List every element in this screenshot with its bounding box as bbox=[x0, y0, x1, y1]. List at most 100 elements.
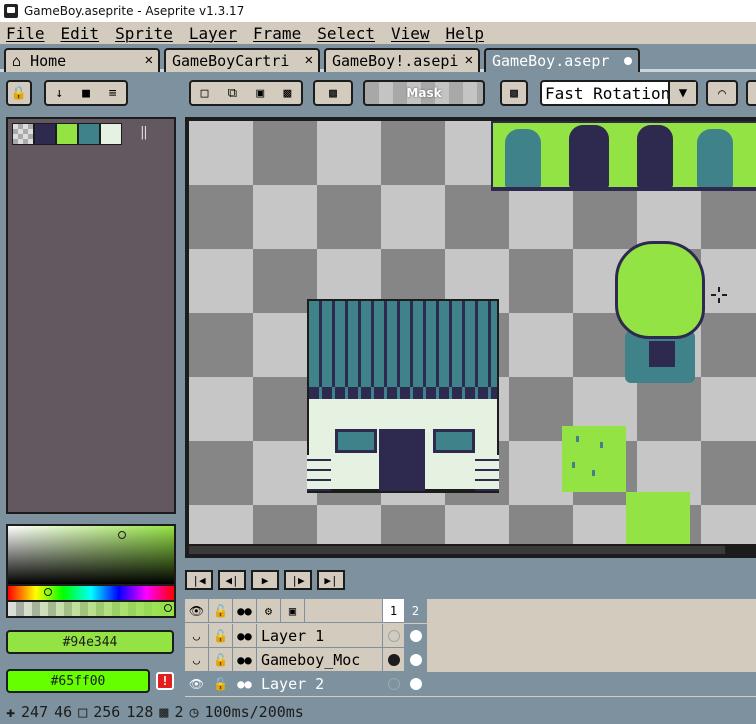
snap-button[interactable]: ⌒ bbox=[706, 80, 738, 106]
menu-select[interactable]: Select bbox=[317, 24, 375, 43]
toolbar-overflow-button[interactable] bbox=[746, 80, 756, 106]
previous-frame-button[interactable]: ◀| bbox=[218, 570, 246, 590]
color-picker-sv[interactable] bbox=[6, 524, 176, 586]
layer-name[interactable]: Gameboy_Moc bbox=[257, 648, 383, 672]
empty-cel[interactable] bbox=[383, 672, 405, 696]
sprite-canvas[interactable] bbox=[189, 121, 756, 544]
transparent-color-icon: ▩ bbox=[329, 85, 337, 101]
continuous-icon[interactable]: ●● bbox=[233, 624, 257, 648]
layer-row[interactable]: ◡ 🔓 ●● Layer 1 bbox=[185, 624, 756, 648]
unlock-icon[interactable]: 🔓 bbox=[209, 672, 233, 696]
continuous-icon[interactable]: ●● bbox=[233, 672, 257, 696]
layer-row-selected[interactable]: 👁 🔓 ●● Layer 2 bbox=[185, 672, 756, 696]
cel[interactable] bbox=[405, 648, 427, 672]
next-frame-button[interactable]: |▶ bbox=[284, 570, 312, 590]
menu-sprite[interactable]: Sprite bbox=[115, 24, 173, 43]
palette-swatch[interactable] bbox=[100, 123, 122, 145]
close-icon[interactable]: ✕ bbox=[305, 52, 313, 68]
layer-row[interactable]: ◡ 🔓 ●● Gameboy_Moc bbox=[185, 648, 756, 672]
timeline: 👁 🔓 ●● ⚙ ▣ 1 2 ◡ 🔓 ●● Layer 1 ◡ 🔓 ●● Gam… bbox=[185, 599, 756, 697]
background-color-button[interactable]: #65ff00 bbox=[6, 669, 150, 693]
unlock-icon[interactable]: 🔓 bbox=[209, 624, 233, 648]
frame-icon: ▩ bbox=[159, 703, 169, 721]
eye-icon[interactable]: 👁 bbox=[185, 672, 209, 696]
tab-home[interactable]: ⌂ Home ✕ bbox=[4, 48, 160, 72]
transparent-color-button[interactable]: ▩ bbox=[313, 80, 353, 106]
tab-gameboy-bang[interactable]: GameBoy!.asepi ✕ bbox=[324, 48, 480, 72]
background-hex: #65ff00 bbox=[50, 673, 106, 689]
cursor-x: 247 bbox=[21, 703, 49, 721]
crosshair-cursor-icon bbox=[711, 287, 727, 303]
subtract-selection-icon[interactable]: ▣ bbox=[256, 86, 264, 101]
frame-header-2[interactable]: 2 bbox=[405, 599, 427, 623]
hue-slider[interactable] bbox=[6, 586, 176, 602]
current-frame: 2 bbox=[174, 703, 184, 721]
menu-file[interactable]: File bbox=[6, 24, 45, 43]
menu-edit[interactable]: Edit bbox=[61, 24, 100, 43]
lock-alpha-button[interactable]: 🔒 bbox=[6, 80, 32, 106]
foreground-hex: #94e344 bbox=[62, 634, 118, 650]
tab-gameboy-cartridge[interactable]: GameBoyCartri ✕ bbox=[164, 48, 320, 72]
palette-swatch[interactable] bbox=[56, 123, 78, 145]
hue-cursor[interactable] bbox=[44, 588, 52, 596]
menu-icon[interactable]: ≡ bbox=[109, 86, 117, 101]
cel[interactable] bbox=[383, 648, 405, 672]
tab-gameboy-active[interactable]: GameBoy.asepr bbox=[484, 48, 640, 72]
cursor-y: 46 bbox=[54, 703, 73, 721]
replace-selection-icon[interactable]: □ bbox=[201, 86, 209, 101]
mask-color-button[interactable]: Mask bbox=[363, 80, 485, 106]
foreground-color-button[interactable]: #94e344 bbox=[6, 630, 174, 654]
first-frame-button[interactable]: |◀ bbox=[185, 570, 213, 590]
last-frame-button[interactable]: ▶| bbox=[317, 570, 345, 590]
layer-name[interactable]: Layer 2 bbox=[257, 672, 383, 696]
continuous-header-icon[interactable]: ●● bbox=[233, 599, 257, 623]
continuous-icon[interactable]: ●● bbox=[233, 648, 257, 672]
unlock-icon[interactable]: 🔓 bbox=[209, 648, 233, 672]
visibility-header-eye-icon[interactable]: 👁 bbox=[185, 599, 209, 623]
sv-cursor[interactable] bbox=[118, 531, 126, 539]
lock-header-icon[interactable]: 🔓 bbox=[209, 599, 233, 623]
close-icon[interactable]: ✕ bbox=[465, 52, 473, 68]
palette-swatch-transparent[interactable] bbox=[12, 123, 34, 145]
palette-swatch[interactable] bbox=[78, 123, 100, 145]
cel[interactable] bbox=[405, 624, 427, 648]
tab-label: GameBoyCartri bbox=[172, 52, 290, 70]
selection-mode-group: □ ⧉ ▣ ▩ bbox=[189, 80, 303, 106]
add-selection-icon[interactable]: ⧉ bbox=[228, 86, 237, 101]
palette-icon[interactable]: ■ bbox=[82, 86, 90, 101]
hidden-eye-icon[interactable]: ◡ bbox=[185, 648, 209, 672]
layer-name[interactable]: Layer 1 bbox=[257, 624, 383, 648]
pivot-button[interactable]: ▩ bbox=[500, 80, 528, 106]
chevron-down-icon[interactable]: ▼ bbox=[668, 82, 696, 104]
curve-icon: ⌒ bbox=[718, 85, 726, 101]
tab-label: GameBoy!.asepi bbox=[332, 52, 459, 70]
onion-skin-icon[interactable]: ▣ bbox=[281, 599, 305, 623]
palette-panel: ‖ bbox=[6, 117, 176, 514]
alpha-cursor[interactable] bbox=[164, 604, 172, 612]
frame-duration: 100ms/200ms bbox=[204, 703, 304, 721]
menu-help[interactable]: Help bbox=[446, 24, 485, 43]
sprite-editor[interactable] bbox=[185, 117, 756, 558]
menu-view[interactable]: View bbox=[391, 24, 430, 43]
close-icon[interactable]: ✕ bbox=[145, 52, 153, 68]
hidden-eye-icon[interactable]: ◡ bbox=[185, 624, 209, 648]
character-sprite bbox=[505, 129, 541, 187]
character-strip bbox=[491, 121, 756, 191]
palette-swatch[interactable] bbox=[34, 123, 56, 145]
alpha-slider[interactable] bbox=[6, 602, 176, 618]
tab-label: GameBoy.asepr bbox=[492, 52, 610, 70]
rotation-algorithm-select[interactable]: Fast Rotation ▼ bbox=[540, 80, 698, 106]
palette-resize-handle-icon[interactable]: ‖ bbox=[140, 125, 148, 140]
warning-icon[interactable]: ! bbox=[156, 672, 174, 690]
horizontal-scrollbar[interactable] bbox=[189, 546, 725, 554]
cel[interactable] bbox=[405, 672, 427, 696]
arrow-down-icon[interactable]: ↓ bbox=[55, 86, 63, 101]
intersect-selection-icon[interactable]: ▩ bbox=[283, 86, 291, 101]
play-button[interactable]: ▶ bbox=[251, 570, 279, 590]
menu-layer[interactable]: Layer bbox=[189, 24, 237, 43]
empty-cel[interactable] bbox=[383, 624, 405, 648]
menu-frame[interactable]: Frame bbox=[253, 24, 301, 43]
layer-tree-icon[interactable]: ⚙ bbox=[257, 599, 281, 623]
grass-tile bbox=[626, 492, 690, 544]
frame-header-1[interactable]: 1 bbox=[383, 599, 405, 623]
